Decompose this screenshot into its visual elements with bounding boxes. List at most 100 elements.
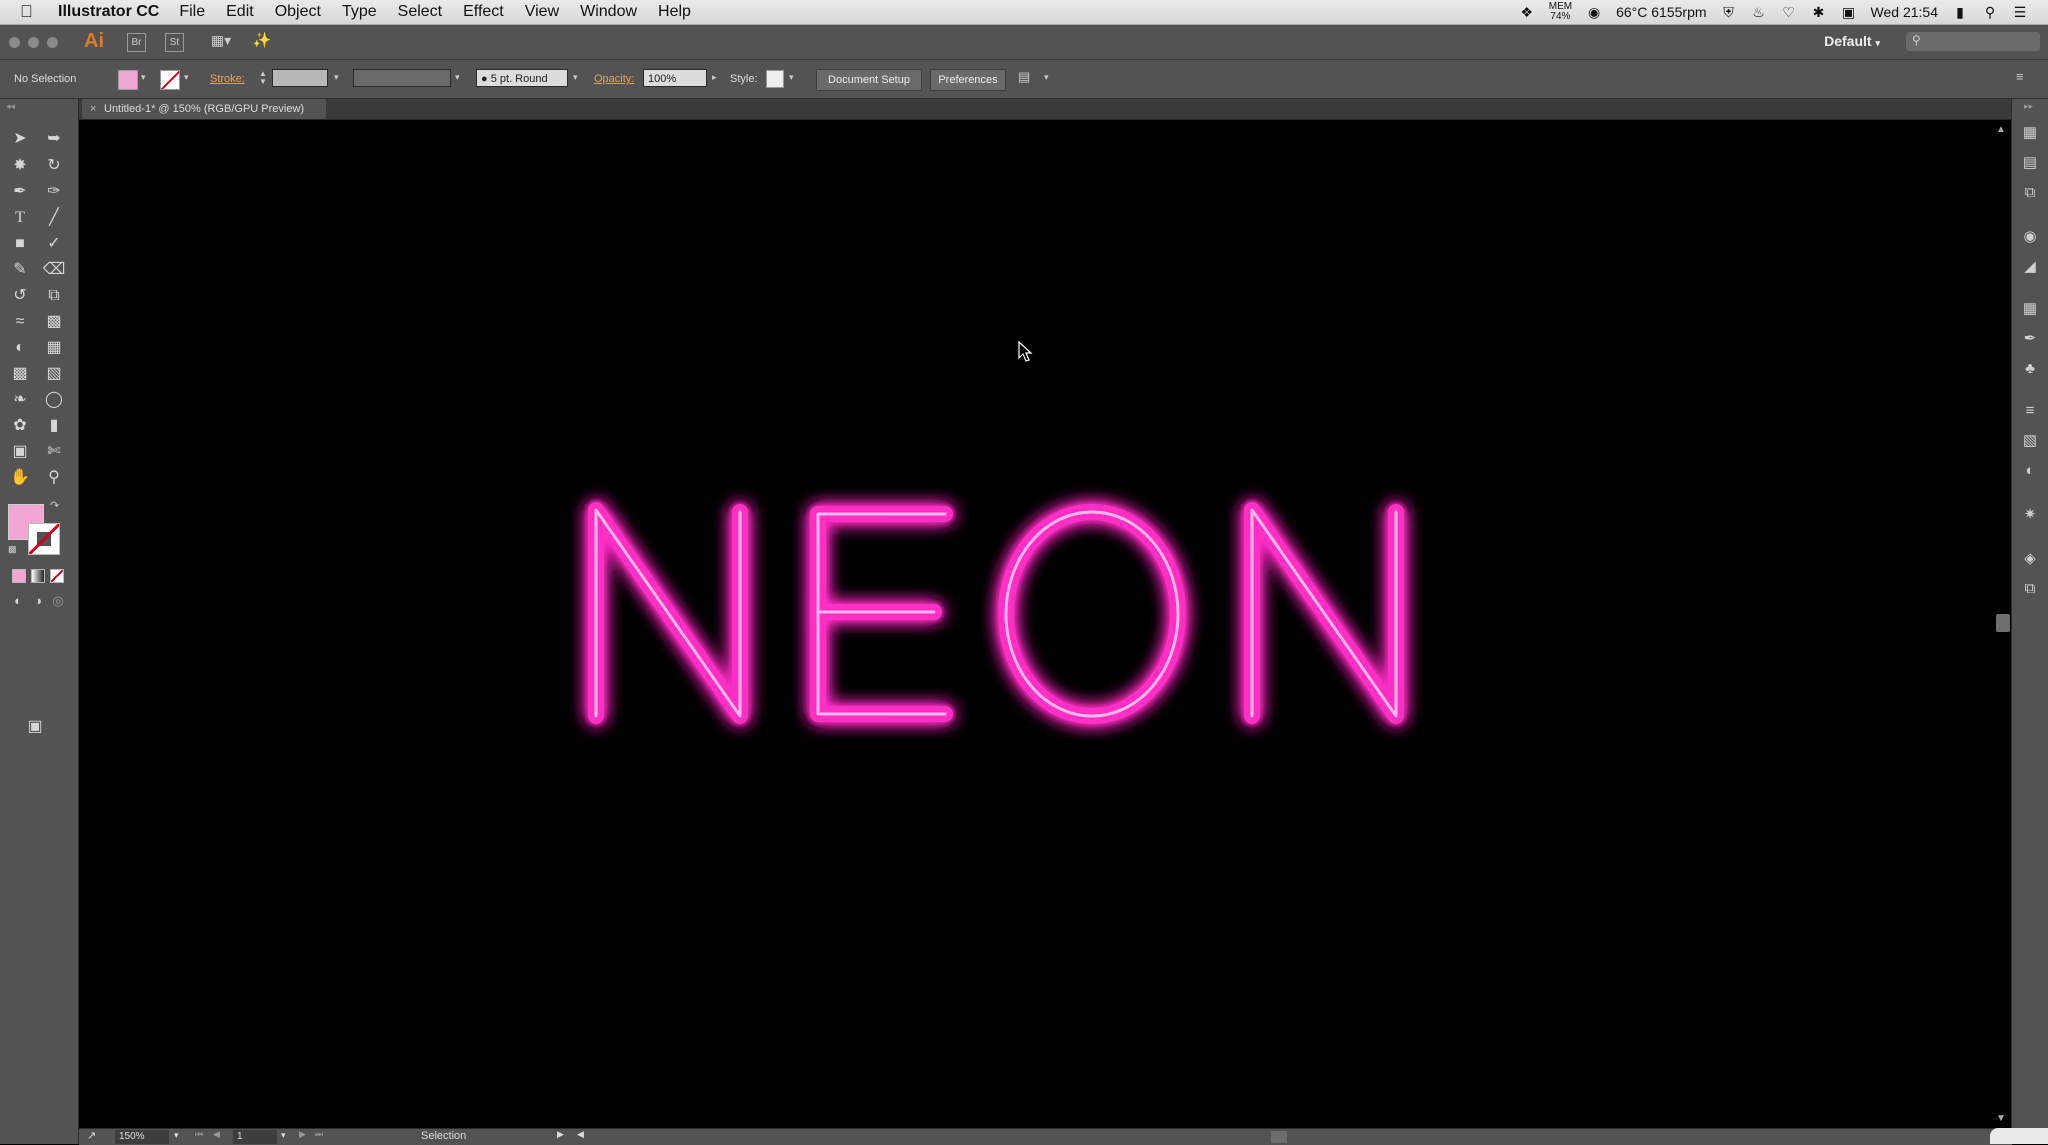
- default-fill-stroke-icon[interactable]: ▩: [8, 544, 17, 555]
- chevron-down-icon[interactable]: ▾: [1044, 72, 1049, 83]
- display-icon[interactable]: ▣: [1841, 5, 1857, 19]
- close-window-button[interactable]: [9, 37, 20, 48]
- menu-select[interactable]: Select: [398, 3, 442, 21]
- lasso-tool-icon[interactable]: ↻: [42, 154, 66, 178]
- scroll-down-icon[interactable]: ▼: [1996, 1113, 2006, 1124]
- symbol-sprayer-tool-icon[interactable]: ✿: [8, 414, 32, 438]
- notification-center-icon[interactable]: ☰: [2012, 5, 2028, 19]
- width-tool-icon[interactable]: ≈: [8, 310, 32, 334]
- stock-button[interactable]: St: [165, 33, 184, 52]
- first-artboard-icon[interactable]: ⏮: [195, 1129, 203, 1140]
- line-segment-tool-icon[interactable]: ╱: [42, 206, 66, 230]
- stroke-label[interactable]: Stroke:: [210, 73, 245, 85]
- eye-icon[interactable]: ◉: [1586, 5, 1602, 19]
- column-graph-tool-icon[interactable]: ▮: [42, 414, 66, 438]
- magic-wand-tool-icon[interactable]: ✸: [8, 154, 32, 178]
- rectangle-tool-icon[interactable]: ■: [8, 232, 32, 256]
- opacity-field[interactable]: 100%: [643, 69, 707, 87]
- transform-panel-icon[interactable]: ▦: [2020, 123, 2040, 143]
- free-transform-tool-icon[interactable]: ▩: [42, 310, 66, 334]
- layers-panel-icon[interactable]: ◈: [2020, 549, 2040, 569]
- pen-tool-icon[interactable]: ✒: [8, 180, 32, 204]
- mesh-tool-icon[interactable]: ▩: [8, 362, 32, 386]
- neon-text-artwork[interactable]: [540, 480, 1440, 740]
- fill-color-swatch[interactable]: [118, 70, 138, 90]
- flame-icon[interactable]: ♨: [1751, 5, 1767, 19]
- gpu-performance-icon[interactable]: ✨: [252, 33, 272, 50]
- chevron-down-icon[interactable]: ▾: [184, 72, 189, 83]
- wifi-icon[interactable]: ♡: [1781, 5, 1797, 19]
- slice-tool-icon[interactable]: ✄: [42, 440, 66, 464]
- swap-fill-stroke-icon[interactable]: ↷: [50, 499, 59, 512]
- graphic-styles-panel-icon[interactable]: ◢: [2020, 257, 2040, 277]
- collapse-panel-icon[interactable]: ◂◂: [6, 101, 15, 112]
- type-tool-icon[interactable]: T: [8, 206, 32, 230]
- graphic-style-swatch[interactable]: [766, 70, 784, 88]
- perspective-grid-tool-icon[interactable]: ▦: [42, 336, 66, 360]
- shaper-tool-icon[interactable]: ✎: [8, 258, 32, 282]
- battery-icon[interactable]: ▮: [1952, 5, 1968, 19]
- app-menu[interactable]: Illustrator CC: [58, 3, 159, 21]
- brushes-panel-icon[interactable]: ✒: [2020, 329, 2040, 349]
- variable-width-profile[interactable]: [353, 69, 451, 87]
- preferences-button[interactable]: Preferences: [930, 69, 1006, 91]
- bridge-button[interactable]: Br: [127, 33, 146, 52]
- stroke-weight-field[interactable]: [272, 69, 328, 87]
- brush-definition-dropdown[interactable]: ● 5 pt. Round: [476, 69, 568, 87]
- vertical-scrollbar[interactable]: ▲ ▼: [1990, 120, 2012, 1128]
- menu-object[interactable]: Object: [275, 3, 321, 21]
- menu-edit[interactable]: Edit: [226, 3, 254, 21]
- symbols-panel-icon[interactable]: ♣: [2020, 359, 2040, 379]
- zoom-level-field[interactable]: 150%: [115, 1130, 169, 1144]
- transparency-panel-icon[interactable]: ◐: [2020, 461, 2040, 481]
- swatches-panel-icon[interactable]: ▦: [2020, 299, 2040, 319]
- arrange-documents-icon[interactable]: ▦▾: [208, 33, 234, 50]
- panel-menu-icon[interactable]: ≡: [2016, 69, 2024, 84]
- stroke-weight-stepper[interactable]: ▲ ▼: [259, 70, 267, 86]
- artboard-tool-icon[interactable]: ▣: [8, 440, 32, 464]
- shield-icon[interactable]: ⛨: [1721, 5, 1737, 19]
- eraser-tool-icon[interactable]: ⌫: [42, 258, 66, 282]
- zoom-tool-icon[interactable]: ⚲: [42, 466, 66, 490]
- menu-window[interactable]: Window: [580, 3, 637, 21]
- pathfinder-panel-icon[interactable]: ⧉: [2020, 183, 2040, 203]
- stroke-swatch[interactable]: [28, 523, 60, 555]
- menu-clock[interactable]: Wed 21:54: [1871, 4, 1938, 20]
- curvature-tool-icon[interactable]: ✑: [42, 180, 66, 204]
- chevron-down-icon[interactable]: ▾: [789, 72, 794, 83]
- chevron-down-icon[interactable]: ▾: [334, 72, 339, 83]
- next-artboard-icon[interactable]: ▶: [299, 1129, 306, 1140]
- chevron-down-icon[interactable]: ▾: [174, 1130, 179, 1141]
- artboard-number-field[interactable]: 1: [233, 1130, 277, 1144]
- shape-builder-tool-icon[interactable]: ◐: [8, 336, 32, 360]
- menu-effect[interactable]: Effect: [463, 3, 504, 21]
- align-options-icon[interactable]: ▤: [1018, 69, 1030, 85]
- scroll-thumb[interactable]: [1996, 614, 2010, 632]
- document-setup-button[interactable]: Document Setup: [816, 69, 922, 91]
- scale-tool-icon[interactable]: ⧉: [42, 284, 66, 308]
- bluetooth-icon[interactable]: ✱: [1811, 5, 1827, 19]
- window-resize-corner[interactable]: [1990, 1128, 2048, 1144]
- appearance-panel-icon[interactable]: ◉: [2020, 227, 2040, 247]
- hand-tool-icon[interactable]: ✋: [8, 466, 32, 490]
- chevron-right-icon[interactable]: ▶: [557, 1129, 564, 1140]
- dropbox-icon[interactable]: ❖: [1519, 5, 1535, 19]
- direct-selection-tool-icon[interactable]: ➥: [42, 127, 66, 151]
- gradient-panel-icon[interactable]: ▧: [2020, 431, 2040, 451]
- align-panel-icon[interactable]: ▤: [2020, 153, 2040, 173]
- horizontal-scroll-thumb[interactable]: [1271, 1131, 1287, 1143]
- chevron-down-icon[interactable]: ▾: [455, 72, 460, 83]
- selection-tool-icon[interactable]: ➤: [8, 127, 32, 151]
- menu-view[interactable]: View: [525, 3, 559, 21]
- current-tool-status[interactable]: Selection: [421, 1130, 466, 1142]
- document-tab[interactable]: × Untitled-1* @ 150% (RGB/GPU Preview): [82, 99, 326, 119]
- chevron-right-icon[interactable]: ▸: [712, 72, 717, 83]
- color-guide-panel-icon[interactable]: ✷: [2020, 505, 2040, 525]
- menu-type[interactable]: Type: [342, 3, 377, 21]
- scroll-left-icon[interactable]: ◀: [577, 1129, 584, 1140]
- temperature-readout[interactable]: 66°C 6155rpm: [1616, 4, 1706, 20]
- workspace-switcher[interactable]: Default ▾: [1824, 33, 1880, 49]
- apple-menu-icon[interactable]: : [20, 2, 44, 22]
- menu-help[interactable]: Help: [658, 3, 691, 21]
- gradient-mode-button[interactable]: [31, 569, 45, 583]
